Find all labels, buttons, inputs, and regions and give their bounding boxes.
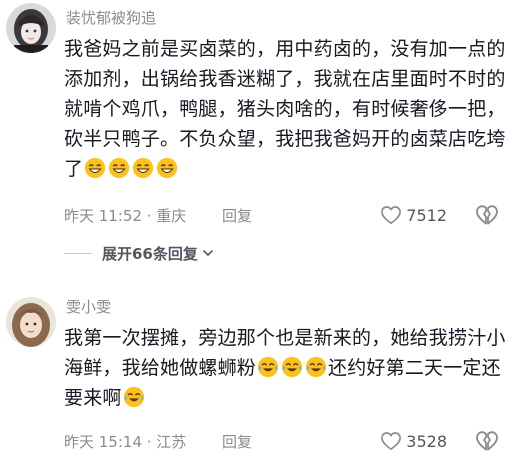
comment-username[interactable]: 装忧郁被狗追 bbox=[66, 7, 156, 28]
like-count: 3528 bbox=[406, 431, 447, 451]
comment-time-location: 昨天 15:14 · 江苏 bbox=[64, 433, 187, 451]
grin-emoji bbox=[133, 157, 154, 179]
like-button[interactable]: 3528 bbox=[380, 428, 447, 454]
comment-meta-row: 昨天 15:14 · 江苏 回复 3528 bbox=[64, 428, 509, 454]
comment-text: 我第一次摆摊，旁边那个也是新来的，她给我捞汁小海鲜，我给她做螺蛳粉 还约好第二天一… bbox=[64, 323, 510, 413]
avatar[interactable] bbox=[6, 297, 56, 347]
comment-time-location: 昨天 11:52 · 重庆 bbox=[64, 207, 187, 225]
like-button[interactable]: 7512 bbox=[380, 202, 447, 228]
emoji-group bbox=[83, 157, 179, 180]
reply-button[interactable]: 回复 bbox=[222, 205, 252, 226]
expand-replies-button[interactable]: 展开66条回复 bbox=[64, 241, 214, 265]
comment-item: 装忧郁被狗追 我爸妈之前是买卤菜的，用中药卤的，没有加一点的添加剂，出锅给我香迷… bbox=[0, 0, 517, 278]
grin-emoji bbox=[157, 157, 178, 179]
emoji-group bbox=[256, 356, 328, 379]
laugh-cry-emoji bbox=[257, 356, 279, 378]
laugh-cry-emoji bbox=[281, 356, 303, 378]
chevron-down-icon bbox=[203, 250, 213, 256]
comment-text: 我爸妈之前是买卤菜的，用中药卤的，没有加一点的添加剂，出锅给我香迷糊了，我就在店… bbox=[64, 34, 510, 184]
reply-button[interactable]: 回复 bbox=[222, 431, 252, 452]
divider bbox=[64, 252, 92, 254]
avatar[interactable] bbox=[6, 3, 56, 53]
heart-icon bbox=[381, 432, 402, 450]
grin-emoji bbox=[85, 157, 106, 179]
broken-heart-icon[interactable] bbox=[475, 430, 499, 452]
comment-item: 雯小雯 我第一次摆摊，旁边那个也是新来的，她给我捞汁小海鲜，我给她做螺蛳粉 还约好… bbox=[0, 278, 517, 459]
expand-replies-label: 展开66条回复 bbox=[102, 244, 198, 263]
like-count: 7512 bbox=[406, 205, 447, 225]
laugh-cry-emoji bbox=[305, 356, 327, 378]
heart-icon bbox=[381, 206, 402, 224]
laugh-cry-emoji bbox=[123, 386, 144, 408]
grin-emoji bbox=[109, 157, 130, 179]
broken-heart-icon[interactable] bbox=[475, 204, 499, 226]
comment-username[interactable]: 雯小雯 bbox=[66, 296, 111, 317]
comment-meta-row: 昨天 11:52 · 重庆 回复 7512 bbox=[64, 202, 509, 228]
emoji-group bbox=[122, 386, 146, 409]
